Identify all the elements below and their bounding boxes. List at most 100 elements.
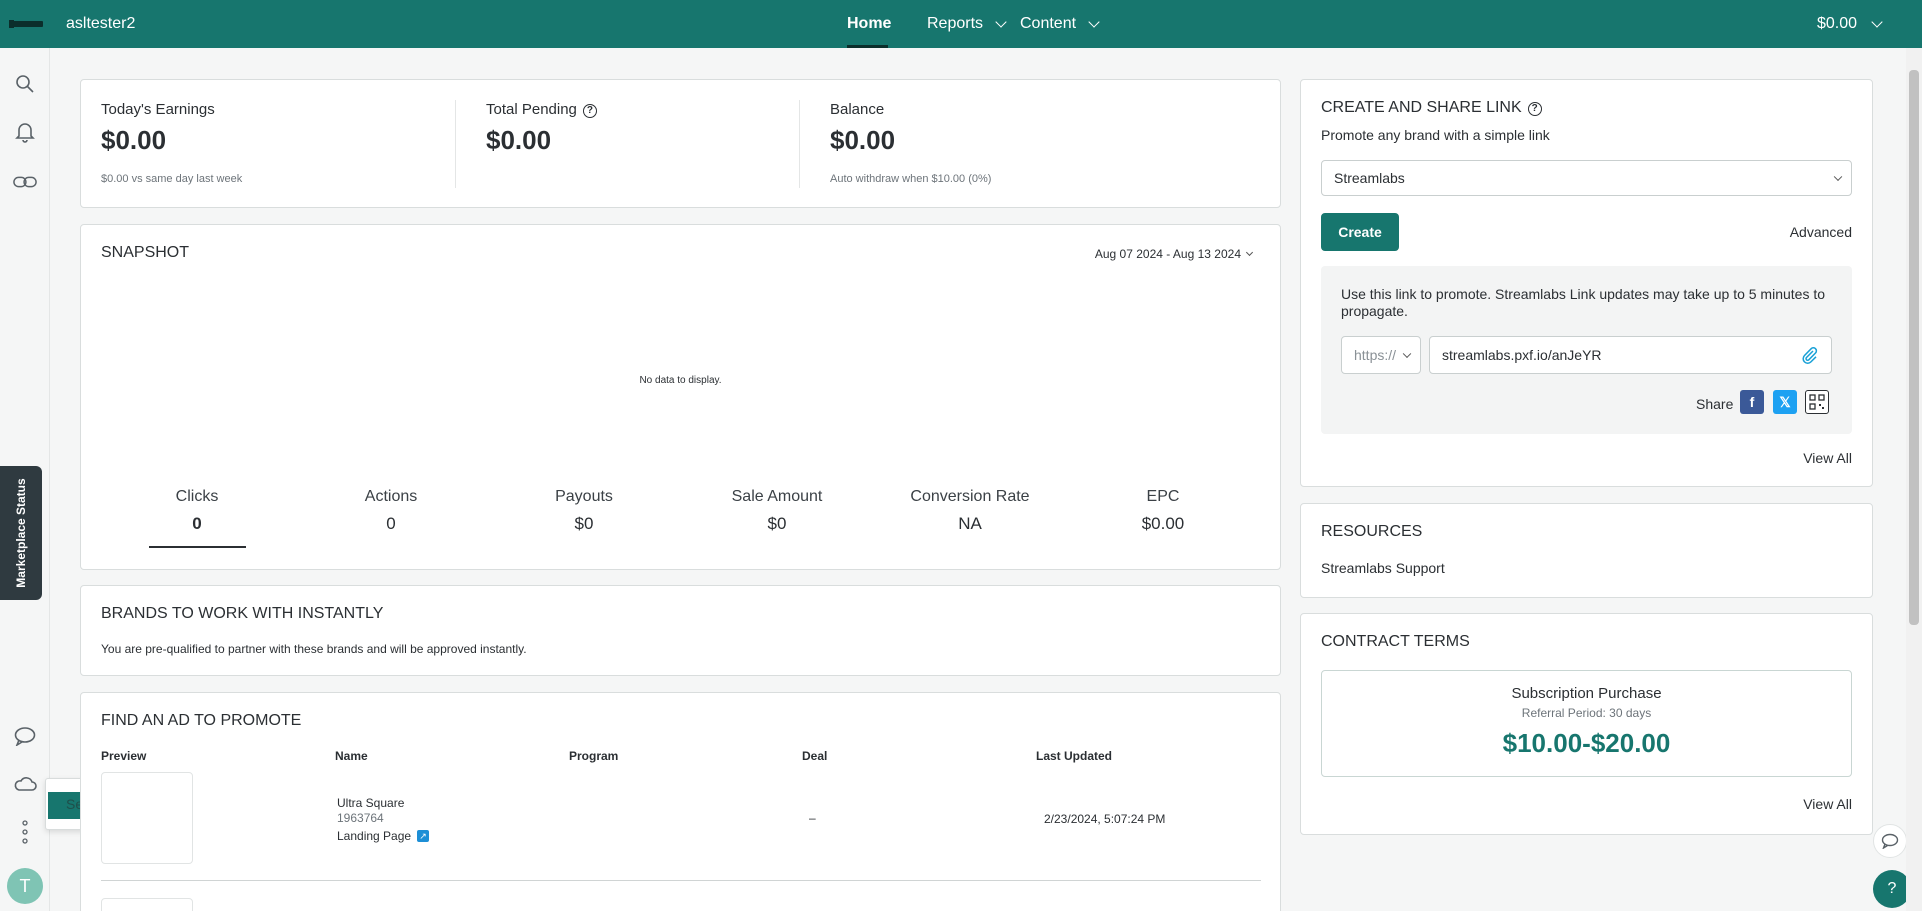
x-share-icon[interactable]: 𝕏: [1773, 390, 1797, 414]
snapshot-title: SNAPSHOT: [101, 244, 190, 261]
col-program: Program: [569, 749, 619, 763]
brands-title: BRANDS TO WORK WITH INSTANTLY: [101, 605, 384, 622]
create-link-title: CREATE AND SHARE LINK?: [1321, 99, 1542, 117]
metric-value: $0: [574, 514, 594, 533]
metric-actions[interactable]: Actions 0: [316, 488, 466, 534]
contract-terms-title: CONTRACT TERMS: [1321, 633, 1470, 650]
create-link-title-text: CREATE AND SHARE LINK: [1321, 99, 1522, 116]
help-icon[interactable]: ?: [1527, 101, 1542, 116]
divider: [455, 100, 456, 188]
marketplace-status-label: Marketplace Status: [14, 478, 28, 588]
date-range-label: Aug 07 2024 - Aug 13 2024: [1094, 247, 1241, 261]
generated-link-panel: Use this link to promote. Streamlabs Lin…: [1321, 266, 1852, 434]
create-button[interactable]: Create: [1321, 213, 1399, 251]
view-all-links[interactable]: View All: [1803, 450, 1852, 466]
external-link-icon[interactable]: ↗: [417, 830, 430, 842]
metric-value: 0: [192, 514, 202, 533]
contract-type: Subscription Purchase: [1511, 685, 1662, 702]
metric-payouts[interactable]: Payouts $0: [509, 488, 659, 534]
brands-description: You are pre-qualified to partner with th…: [101, 642, 527, 656]
ad-type-label: Landing Page: [337, 829, 412, 843]
balance-dropdown[interactable]: $0.00: [1817, 15, 1883, 33]
metric-label: Clicks: [175, 488, 219, 505]
metric-clicks[interactable]: Clicks 0: [122, 488, 272, 534]
chevron-down-icon: [1402, 349, 1412, 359]
brands-card: BRANDS TO WORK WITH INSTANTLY You are pr…: [80, 585, 1281, 676]
avatar-initial: T: [19, 875, 31, 896]
metric-label: Actions: [364, 488, 418, 505]
ad-type[interactable]: Landing Page ↗: [337, 829, 430, 843]
metric-active-indicator: [149, 546, 246, 548]
balance-label: Balance: [830, 101, 885, 118]
bell-icon[interactable]: [13, 120, 37, 144]
chevron-down-icon: [1088, 16, 1100, 28]
metric-value: $0.00: [1141, 514, 1185, 533]
link-url-field[interactable]: streamlabs.pxf.io/anJeYR: [1429, 336, 1832, 374]
col-preview: Preview: [101, 749, 147, 763]
more-icon[interactable]: [13, 820, 37, 844]
chevron-down-icon: [1871, 16, 1883, 28]
empty-chart-message: No data to display.: [639, 375, 722, 386]
contract-term-box: Subscription Purchase Referral Period: 3…: [1321, 670, 1852, 777]
facebook-share-icon[interactable]: f: [1740, 390, 1764, 414]
col-name: Name: [335, 749, 368, 763]
metric-label: Payouts: [555, 488, 613, 505]
avatar[interactable]: T: [7, 868, 43, 904]
total-pending-label-text: Total Pending: [486, 101, 577, 118]
account-name[interactable]: asltester2: [66, 15, 135, 33]
brand-select[interactable]: Streamlabs: [1321, 160, 1852, 196]
search-icon[interactable]: [13, 72, 37, 96]
nav-home[interactable]: Home: [847, 15, 891, 33]
metric-value: NA: [958, 514, 982, 533]
copy-link-icon[interactable]: [1801, 347, 1819, 368]
resources-link-streamlabs-support[interactable]: Streamlabs Support: [1321, 560, 1445, 576]
advanced-link[interactable]: Advanced: [1790, 224, 1852, 240]
metric-label: Conversion Rate: [910, 488, 1030, 505]
share-label: Share: [1696, 396, 1734, 412]
ad-preview-thumbnail[interactable]: [101, 772, 193, 864]
ad-preview-thumbnail[interactable]: [101, 898, 193, 911]
metric-conversion-rate[interactable]: Conversion Rate NA: [895, 488, 1045, 534]
today-earnings-value: $0.00: [101, 125, 167, 155]
link-icon[interactable]: [13, 170, 37, 194]
total-pending-value: $0.00: [486, 125, 552, 155]
brand-select-value: Streamlabs: [1334, 170, 1405, 186]
col-deal: Deal: [802, 749, 828, 763]
ad-last-updated: 2/23/2024, 5:07:24 PM: [1044, 812, 1166, 826]
qr-code-icon[interactable]: [1805, 390, 1829, 414]
resources-card: RESOURCES Streamlabs Support: [1300, 503, 1873, 598]
today-earnings-comparison: $0.00 vs same day last week: [101, 173, 243, 185]
total-pending-label: Total Pending?: [486, 101, 597, 118]
metric-epc[interactable]: EPC $0.00: [1088, 488, 1238, 534]
page-scrollbar[interactable]: [1906, 48, 1922, 911]
ad-deal: –: [809, 811, 816, 825]
col-last-updated: Last Updated: [1036, 749, 1113, 763]
nav-content[interactable]: Content: [1020, 15, 1100, 33]
nav-reports[interactable]: Reports: [927, 15, 1007, 33]
metric-label: EPC: [1146, 488, 1180, 505]
row-divider: [101, 880, 1261, 881]
ad-name[interactable]: Ultra Square: [337, 796, 404, 810]
scrollbar-thumb[interactable]: [1909, 70, 1919, 625]
auto-withdraw-note: Auto withdraw when $10.00 (0%): [830, 173, 992, 185]
today-earnings-label: Today's Earnings: [101, 101, 215, 118]
ads-card: FIND AN AD TO PROMOTE: [80, 692, 1281, 911]
help-icon[interactable]: ?: [582, 103, 597, 118]
metric-value: 0: [386, 514, 396, 533]
marketplace-status-tab[interactable]: Marketplace Status: [0, 466, 42, 600]
protocol-select[interactable]: https://: [1341, 336, 1421, 374]
brand-logo[interactable]: [9, 20, 43, 28]
metric-sale-amount[interactable]: Sale Amount $0: [702, 488, 852, 534]
cloud-icon[interactable]: [13, 772, 37, 796]
link-info-text: Use this link to promote. Streamlabs Lin…: [1341, 286, 1826, 319]
chat-icon[interactable]: [13, 724, 37, 748]
nav-home-active-indicator: [847, 45, 888, 48]
view-all-contracts[interactable]: View All: [1803, 796, 1852, 812]
create-link-subtitle: Promote any brand with a simple link: [1321, 127, 1550, 143]
resources-title: RESOURCES: [1321, 523, 1423, 540]
date-range-picker[interactable]: Aug 07 2024 - Aug 13 2024: [1094, 247, 1254, 261]
ads-title: FIND AN AD TO PROMOTE: [101, 712, 302, 729]
nav-content-label: Content: [1020, 15, 1077, 32]
ad-id: 1963764: [337, 811, 384, 825]
chat-icon[interactable]: [1873, 824, 1907, 858]
